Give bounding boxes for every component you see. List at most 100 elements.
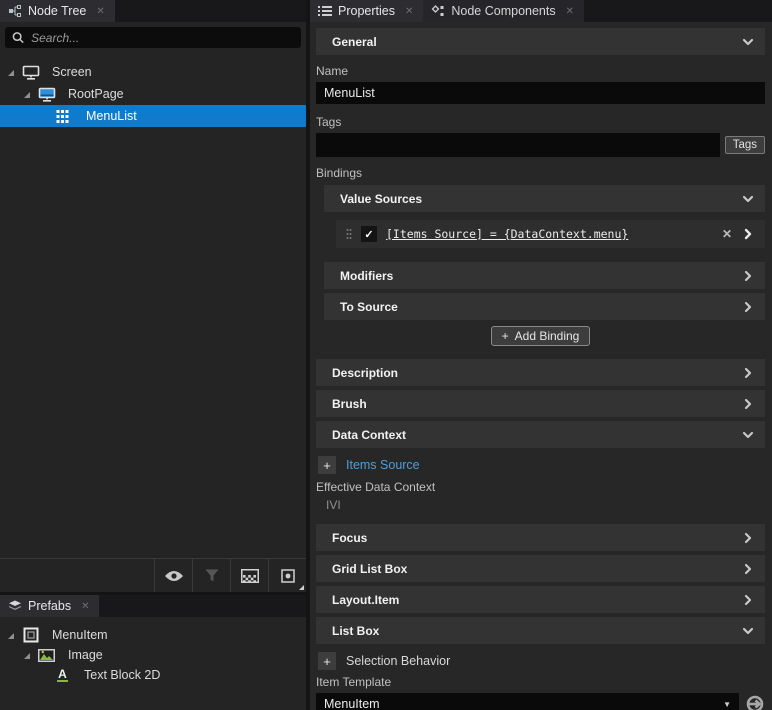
left-column: Node Tree ✕ Screen R	[0, 0, 306, 710]
chevron-down-icon: ▼	[723, 700, 731, 709]
expander-icon[interactable]	[6, 68, 16, 77]
section-description[interactable]: Description	[316, 359, 765, 386]
isolate-button[interactable]	[268, 559, 306, 592]
section-list-box[interactable]: List Box	[316, 617, 765, 644]
tree-item-rootpage[interactable]: RootPage	[0, 83, 306, 105]
components-icon	[431, 4, 445, 18]
tree-item-menulist[interactable]: MenuList	[0, 105, 306, 127]
binding-expression-link[interactable]: [Items Source] = {DataContext.menu}	[386, 227, 713, 241]
search-area	[0, 22, 306, 53]
text-block-icon: A	[53, 668, 72, 682]
search-box[interactable]	[5, 27, 301, 48]
chevron-right-icon[interactable]	[741, 227, 755, 241]
chevron-down-icon	[741, 428, 755, 442]
tab-node-components[interactable]: Node Components ✕	[423, 0, 584, 22]
section-title: General	[332, 35, 741, 49]
eye-icon	[164, 570, 184, 582]
tree-item-screen[interactable]: Screen	[0, 61, 306, 83]
isolate-icon	[281, 569, 295, 583]
item-template-value: MenuItem	[324, 697, 380, 710]
close-icon[interactable]: ✕	[403, 5, 415, 18]
binding-row: ✓ [Items Source] = {DataContext.menu} ✕	[336, 220, 765, 248]
goto-resource-button[interactable]	[745, 694, 765, 710]
tags-button[interactable]: Tags	[725, 136, 765, 154]
properties-tabbar: Properties ✕ Node Components ✕	[310, 0, 772, 22]
section-title: Description	[332, 366, 741, 380]
item-template-label: Item Template	[316, 675, 765, 689]
chevron-right-icon	[741, 269, 755, 283]
close-icon[interactable]: ✕	[564, 5, 576, 18]
add-binding-button[interactable]: + Add Binding	[491, 326, 591, 346]
bindings-label: Bindings	[316, 166, 765, 180]
add-selection-behavior-button[interactable]: +	[318, 652, 336, 670]
section-title: Layout.Item	[332, 593, 741, 607]
chevron-down-icon	[741, 192, 755, 206]
node-tree-tabbar: Node Tree ✕	[0, 0, 306, 22]
tags-input[interactable]	[316, 133, 720, 157]
chevron-right-icon	[741, 593, 755, 607]
tab-prefabs[interactable]: Prefabs ✕	[0, 595, 99, 617]
section-data-context[interactable]: Data Context	[316, 421, 765, 448]
tab-node-tree[interactable]: Node Tree ✕	[0, 0, 115, 22]
binding-checkbox[interactable]: ✓	[361, 226, 377, 242]
visibility-button[interactable]	[154, 559, 192, 592]
close-icon[interactable]: ✕	[94, 5, 106, 18]
grid-list-icon	[55, 109, 74, 124]
prefabs-tree: MenuItem Image A Text Block 2D	[0, 625, 306, 685]
tab-prefabs-label: Prefabs	[28, 599, 71, 613]
close-icon[interactable]: ✕	[79, 600, 91, 613]
chevron-down-icon	[741, 624, 755, 638]
section-value-sources[interactable]: Value Sources	[324, 185, 765, 212]
item-template-dropdown[interactable]: MenuItem ▼	[316, 693, 739, 710]
section-title: List Box	[332, 624, 741, 638]
name-input[interactable]	[316, 82, 765, 104]
tree-item-label: RootPage	[68, 87, 124, 101]
section-grid-list-box[interactable]: Grid List Box	[316, 555, 765, 582]
expander-icon[interactable]	[22, 651, 32, 660]
prefabs-panel: Prefabs ✕ MenuItem Image A Text Block	[0, 595, 306, 710]
screen-icon	[21, 65, 40, 80]
list-icon	[318, 5, 332, 17]
prefabs-tabbar: Prefabs ✕	[0, 595, 306, 617]
items-source-link[interactable]: Items Source	[346, 458, 420, 472]
section-title: Brush	[332, 397, 741, 411]
section-layout-item[interactable]: Layout.Item	[316, 586, 765, 613]
checkerboard-button[interactable]	[230, 559, 268, 592]
section-focus[interactable]: Focus	[316, 524, 765, 551]
prefab-item-label: Text Block 2D	[84, 668, 160, 682]
prefab-item-menuitem[interactable]: MenuItem	[0, 625, 306, 645]
properties-content: General Name Tags Tags Bindings Value So…	[310, 22, 772, 710]
section-to-source[interactable]: To Source	[324, 293, 765, 320]
tags-label: Tags	[316, 115, 765, 129]
node-tree-toolbar	[0, 558, 306, 592]
layers-icon	[8, 600, 22, 612]
expander-icon[interactable]	[6, 631, 16, 640]
drag-handle-icon[interactable]	[346, 228, 352, 240]
image-icon	[37, 649, 56, 662]
section-brush[interactable]: Brush	[316, 390, 765, 417]
item-template-row: MenuItem ▼	[316, 693, 765, 710]
tree-item-label: MenuList	[86, 109, 137, 123]
page-icon	[37, 87, 56, 102]
prefab-item-image[interactable]: Image	[0, 645, 306, 665]
search-input[interactable]	[31, 31, 294, 45]
items-source-row: + Items Source	[316, 454, 765, 476]
section-general[interactable]: General	[316, 28, 765, 55]
filter-button[interactable]	[192, 559, 230, 592]
tab-node-tree-label: Node Tree	[28, 4, 86, 18]
expander-icon[interactable]	[22, 90, 32, 99]
section-title: Modifiers	[340, 269, 741, 283]
prefab-item-textblock[interactable]: A Text Block 2D	[0, 665, 306, 685]
tab-properties[interactable]: Properties ✕	[310, 0, 423, 22]
properties-panel: Properties ✕ Node Components ✕ General N…	[310, 0, 772, 710]
chevron-right-icon	[741, 366, 755, 380]
add-items-source-button[interactable]: +	[318, 456, 336, 474]
node-tree-panel: Node Tree ✕ Screen R	[0, 0, 306, 592]
section-title: Grid List Box	[332, 562, 741, 576]
effective-data-context-value: IVI	[316, 498, 765, 512]
section-modifiers[interactable]: Modifiers	[324, 262, 765, 289]
remove-binding-icon[interactable]: ✕	[722, 227, 732, 241]
section-title: To Source	[340, 300, 741, 314]
section-title: Data Context	[332, 428, 741, 442]
section-title: Value Sources	[340, 192, 741, 206]
